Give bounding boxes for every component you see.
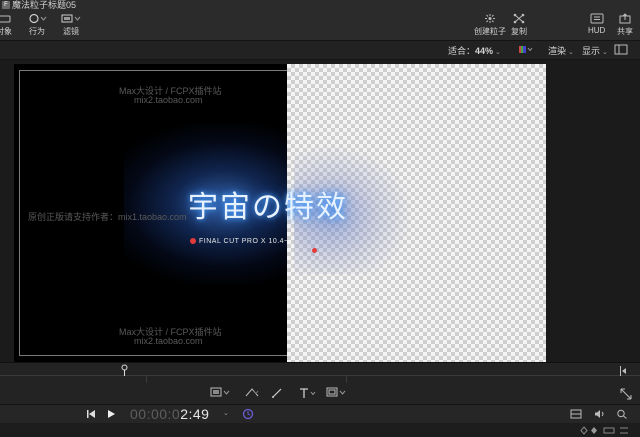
- fullscreen-button[interactable]: [620, 388, 632, 400]
- create-emitter-label: 创建粒子: [474, 27, 506, 36]
- magnifier-icon: [617, 409, 627, 419]
- mask-tool[interactable]: [326, 387, 348, 398]
- filter-label: 滤镜: [63, 27, 79, 36]
- channels-menu[interactable]: [518, 45, 534, 54]
- timecode-dim: 00:00:0: [130, 406, 181, 422]
- mute-button[interactable]: [594, 409, 606, 419]
- red-dot-icon: [312, 239, 320, 257]
- keyframe-strip: [0, 423, 640, 437]
- timeline-divider: [146, 375, 147, 383]
- color-channels-icon: [519, 46, 533, 53]
- behavior-label: 行为: [29, 27, 45, 36]
- window-layout-icon: [614, 44, 628, 55]
- viewer-gutter: [547, 60, 640, 362]
- shape-tool-icon: [245, 388, 259, 397]
- layout-button[interactable]: [570, 409, 582, 419]
- watermark-bottom-line2: mix2.taobao.com: [134, 336, 203, 346]
- replicate-icon: [513, 13, 525, 24]
- select-tool[interactable]: [210, 387, 232, 398]
- view-label: 显示: [582, 46, 601, 56]
- toolbar: 对象 行为 滤镜 创建粒子 复制 HUD 共享: [0, 10, 640, 41]
- zoom-value: 44%: [475, 46, 494, 56]
- watermark-top-line2: mix2.taobao.com: [134, 95, 203, 105]
- viewer-header: 适合：44% ⌄ 渲染 ⌄ 显示 ⌄: [0, 41, 640, 60]
- mask-icon: [326, 387, 346, 397]
- render-label: 渲染: [548, 46, 567, 56]
- replicate-button[interactable]: 复制: [511, 13, 527, 37]
- create-emitter-button[interactable]: 创建粒子: [474, 13, 506, 37]
- hud-icon: [590, 13, 604, 24]
- view-menu[interactable]: 显示 ⌄: [582, 44, 608, 57]
- in-point-marker[interactable]: [120, 364, 129, 376]
- pen-icon: [272, 388, 282, 398]
- timecode-bright: 2:49: [180, 406, 210, 422]
- subtitle-label: FINAL CUT PRO X 10.4~: [199, 238, 289, 245]
- keyframe-nav[interactable]: [580, 426, 630, 435]
- chevron-down-icon: ⌄: [602, 49, 608, 56]
- behavior-icon: [29, 13, 47, 24]
- text-icon: [300, 388, 316, 398]
- transport-bar: 00:00:02:49 ⌄: [0, 404, 640, 424]
- share-label: 共享: [617, 27, 633, 36]
- timeline-track: [0, 375, 640, 376]
- behavior-button[interactable]: 行为: [26, 13, 48, 37]
- filter-button[interactable]: 滤镜: [60, 13, 82, 37]
- replicate-label: 复制: [511, 27, 527, 36]
- fit-label: 适合：: [448, 46, 476, 56]
- canvas-frame[interactable]: Max大设计 / FCPX插件站 mix2.taobao.com 原创正版请支持…: [14, 64, 546, 362]
- object-button[interactable]: 对象: [0, 13, 12, 37]
- out-point-marker[interactable]: [620, 366, 629, 376]
- timecode-display[interactable]: 00:00:02:49: [130, 406, 209, 422]
- chevron-down-icon: ⌄: [568, 49, 574, 56]
- watermark-middle: 原创正版请支持作者：mix1.taobao.com: [28, 212, 187, 222]
- hud-label: HUD: [588, 26, 606, 35]
- filter-icon: [61, 14, 81, 23]
- share-button[interactable]: 共享: [617, 13, 633, 37]
- title-bar: F 魔法粒子标题05: [0, 0, 640, 10]
- chevron-down-icon: ⌄: [495, 49, 501, 56]
- object-label: 对象: [0, 27, 12, 36]
- zoom-fit-menu[interactable]: 适合：44% ⌄: [448, 44, 501, 57]
- anchor-tool[interactable]: [244, 387, 260, 398]
- skip-back-icon: [87, 410, 95, 418]
- speaker-icon: [595, 410, 604, 418]
- zoom-button[interactable]: [616, 409, 628, 419]
- timeline-divider: [346, 375, 347, 383]
- go-to-start-button[interactable]: [86, 409, 96, 419]
- subtitle-text[interactable]: FINAL CUT PRO X 10.4~: [190, 238, 289, 245]
- text-tool[interactable]: [298, 387, 318, 399]
- render-menu[interactable]: 渲染 ⌄: [548, 44, 574, 57]
- app-icon: F: [2, 1, 10, 9]
- canvas-viewer[interactable]: Max大设计 / FCPX插件站 mix2.taobao.com 原创正版请支持…: [0, 60, 640, 362]
- emitter-icon: [485, 14, 495, 23]
- layout-toggle[interactable]: [614, 44, 628, 55]
- expand-icon: [620, 388, 632, 400]
- loop-icon: [242, 408, 254, 420]
- main-title-text[interactable]: 宇宙の特效: [188, 182, 348, 226]
- keyframe-icon: [580, 426, 628, 435]
- red-dot-icon: [190, 238, 196, 244]
- chevron-down-icon[interactable]: ⌄: [223, 409, 229, 417]
- panel-icon: [570, 409, 582, 419]
- loop-button[interactable]: [242, 408, 254, 420]
- window-title: 魔法粒子标题05: [12, 0, 77, 10]
- play-button[interactable]: [106, 409, 116, 419]
- pen-tool[interactable]: [270, 387, 284, 398]
- hud-button[interactable]: HUD: [588, 13, 605, 35]
- transform-icon: [210, 387, 230, 397]
- mini-timeline[interactable]: [0, 362, 640, 385]
- share-icon: [619, 13, 631, 24]
- object-icon: [0, 15, 11, 23]
- play-icon: [108, 410, 115, 418]
- canvas-tools: [0, 384, 640, 404]
